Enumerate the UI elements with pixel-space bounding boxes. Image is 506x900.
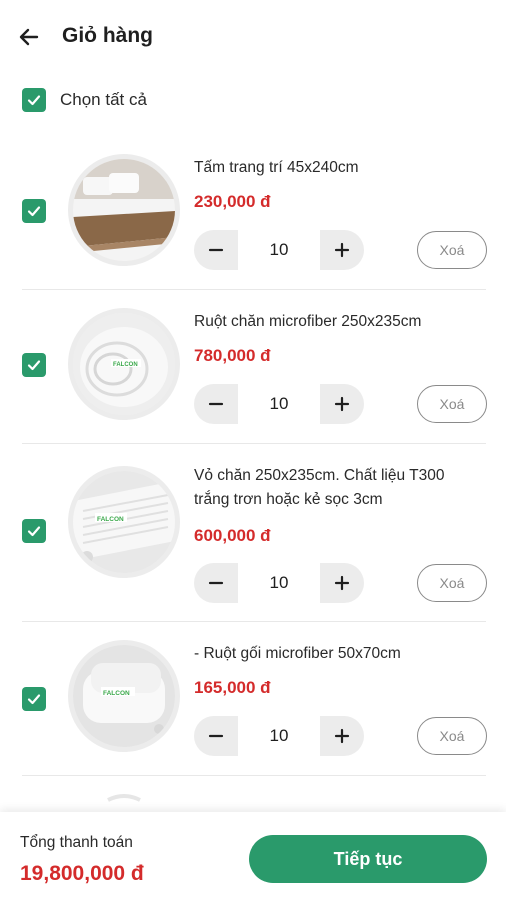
plus-icon [334,575,350,591]
cart-item: FALCON Ruột chăn microfiber 250x235cm 78… [0,290,506,444]
item-checkbox[interactable] [22,199,46,223]
checkbox-checked-icon [22,88,46,112]
product-price: 600,000 đ [194,526,271,545]
svg-text:FALCON: FALCON [97,516,124,523]
cart-item: FALCON - Ruột gối microfiber 50x70cm 165… [0,622,506,776]
decrease-button[interactable] [194,716,238,756]
minus-icon [208,248,224,252]
item-checkbox[interactable] [22,687,46,711]
total-value: 19,800,000 đ [20,862,144,885]
quantity-stepper: 10 [194,230,364,270]
quantity-stepper: 10 [194,563,364,603]
item-checkbox[interactable] [22,353,46,377]
product-image[interactable]: FALCON [68,308,180,420]
minus-icon [208,581,224,585]
increase-button[interactable] [320,716,364,756]
checkmark-icon [27,206,41,217]
minus-icon [208,734,224,738]
quantity-input[interactable]: 10 [238,716,320,756]
cart-item: FALCON Vỏ chăn 250x235cm. Chất liệu T300… [0,444,506,622]
checkout-footer: Tổng thanh toán 19,800,000 đ Tiếp tục [0,812,506,900]
decrease-button[interactable] [194,384,238,424]
svg-text:FALCON: FALCON [103,690,130,697]
checkmark-icon [27,526,41,537]
delete-button[interactable]: Xoá [417,385,487,423]
decrease-button[interactable] [194,230,238,270]
continue-button[interactable]: Tiếp tục [249,835,487,883]
product-price: 165,000 đ [194,678,271,697]
product-name: Ruột chăn microfiber 250x235cm [194,313,422,330]
quantity-stepper: 10 [194,384,364,424]
checkmark-icon [27,360,41,371]
plus-icon [334,396,350,412]
product-name: Tấm trang trí 45x240cm [194,159,359,176]
product-price: 780,000 đ [194,346,271,365]
total-label: Tổng thanh toán [20,834,133,851]
increase-button[interactable] [320,563,364,603]
increase-button[interactable] [320,230,364,270]
product-image[interactable]: FALCON [68,640,180,752]
page-title: Giỏ hàng [62,24,153,47]
decrease-button[interactable] [194,563,238,603]
checkmark-icon [27,694,41,705]
arrow-left-icon [19,28,39,46]
product-name: Vỏ chăn 250x235cm. Chất liệu T300 trắng … [194,467,445,508]
product-name: - Ruột gối microfiber 50x70cm [194,645,401,662]
increase-button[interactable] [320,384,364,424]
app-header: Giỏ hàng [0,0,506,74]
delete-button[interactable]: Xoá [417,231,487,269]
back-button[interactable] [14,22,44,52]
plus-icon [334,728,350,744]
quantity-input[interactable]: 10 [238,384,320,424]
item-checkbox[interactable] [22,519,46,543]
delete-button[interactable]: Xoá [417,564,487,602]
cart-list: Tấm trang trí 45x240cm 230,000 đ 10 Xoá [0,136,506,776]
product-image[interactable] [68,154,180,266]
product-image[interactable]: FALCON [68,466,180,578]
quantity-input[interactable]: 10 [238,563,320,603]
svg-text:FALCON: FALCON [113,362,138,368]
quantity-stepper: 10 [194,716,364,756]
quantity-input[interactable]: 10 [238,230,320,270]
select-all-label: Chọn tất cả [60,90,147,109]
cart-item-partial [0,776,506,816]
cart-item: Tấm trang trí 45x240cm 230,000 đ 10 Xoá [0,136,506,290]
delete-button[interactable]: Xoá [417,717,487,755]
minus-icon [208,402,224,406]
plus-icon [334,242,350,258]
select-all-checkbox[interactable]: Chọn tất cả [22,87,147,113]
product-price: 230,000 đ [194,192,271,211]
